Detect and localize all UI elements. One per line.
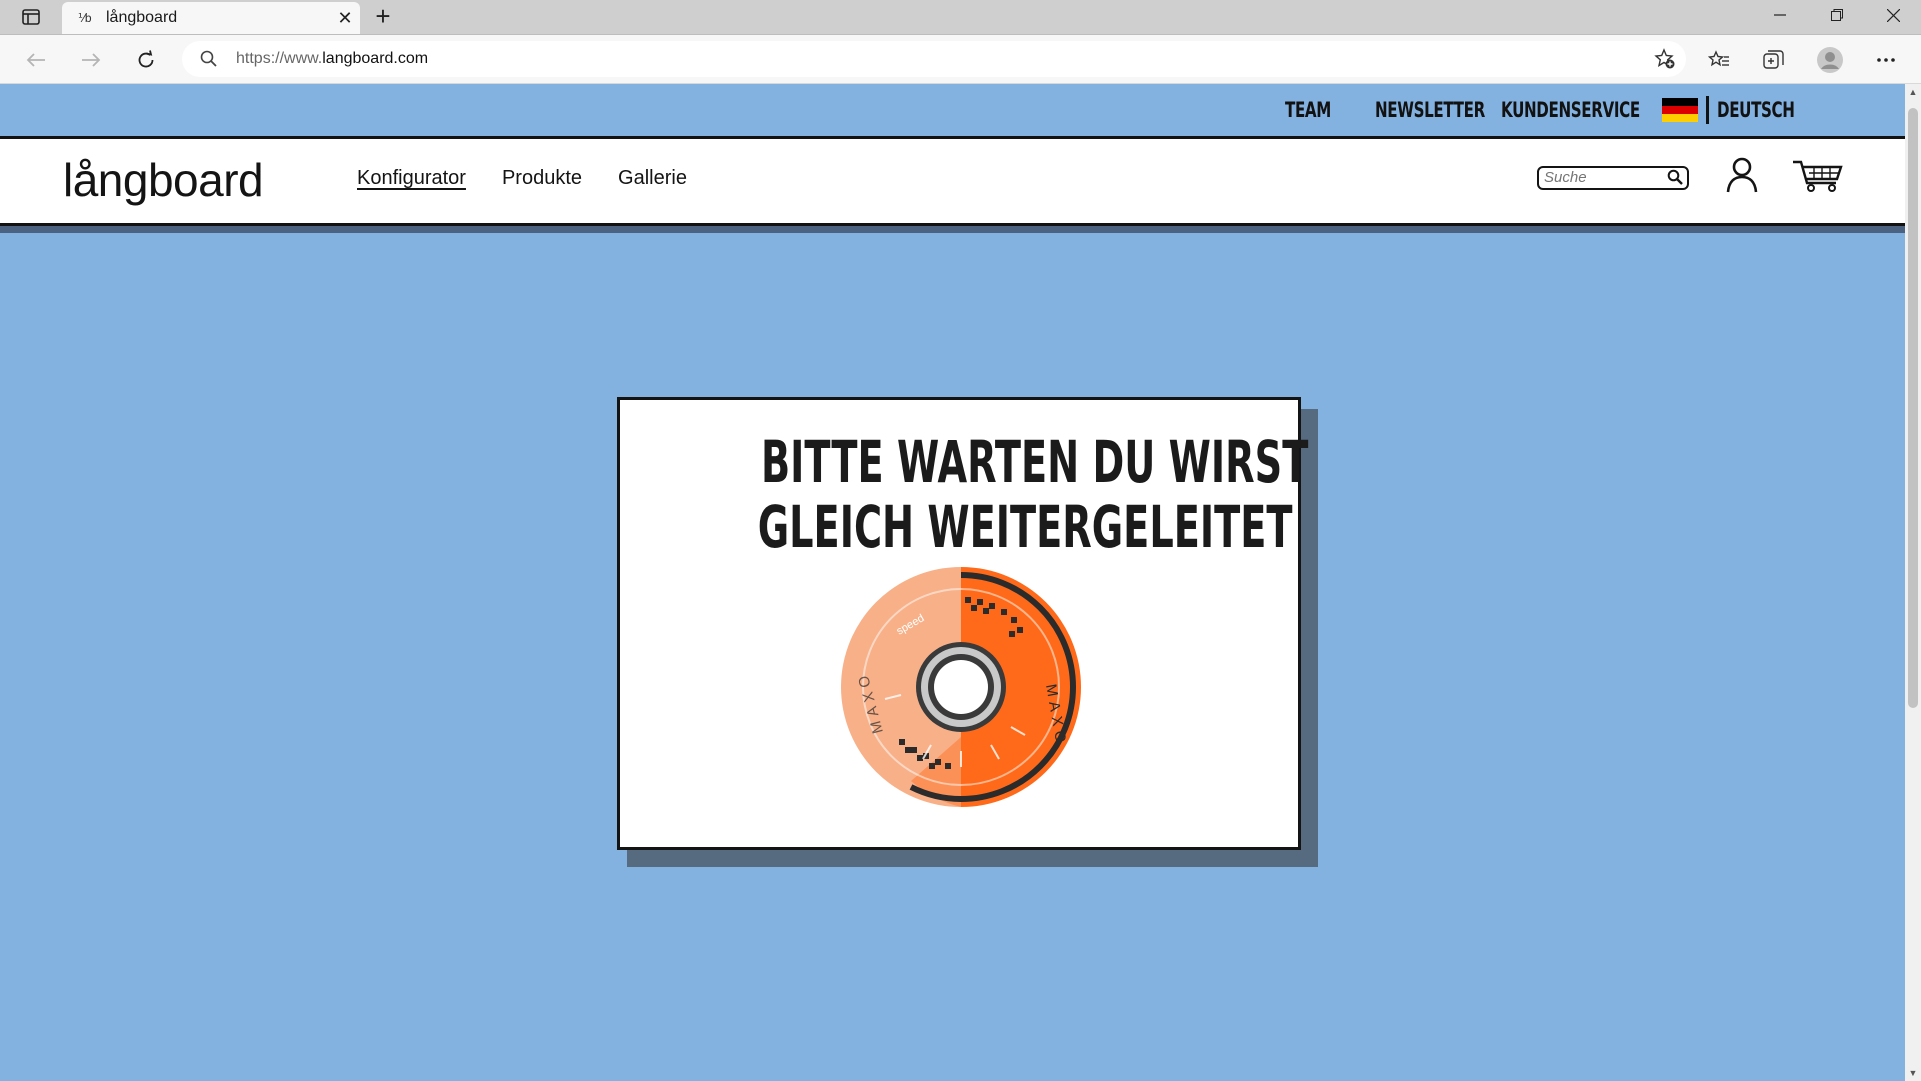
- browser-address-toolbar: https://www.langboard.com: [0, 35, 1921, 84]
- scroll-down-arrow-icon[interactable]: ▼: [1905, 1065, 1921, 1081]
- cart-icon: [1793, 160, 1843, 192]
- nav-konfigurator[interactable]: Konfigurator: [357, 167, 466, 190]
- topnav-team-link[interactable]: TEAM: [1285, 98, 1331, 122]
- german-flag-icon: [1662, 98, 1699, 122]
- site-favicon-icon: ⅟b: [78, 11, 92, 25]
- forward-arrow-icon: [82, 53, 101, 67]
- main-nav: Konfigurator Produkte Gallerie: [357, 167, 687, 190]
- message-line-2: GLEICH WEITERGELEITET: [757, 493, 1293, 561]
- account-button[interactable]: [1726, 157, 1758, 198]
- scrollbar-thumb[interactable]: [1908, 108, 1918, 708]
- tab-actions-icon: [22, 9, 40, 25]
- new-tab-button[interactable]: +: [368, 2, 398, 32]
- site-header: långboard Konfigurator Produkte Gallerie: [0, 136, 1905, 226]
- forward-button[interactable]: [74, 43, 108, 77]
- page-viewport: TEAM NEWSLETTER KUNDENSERVICE DEUTSCH lå…: [0, 84, 1905, 1081]
- collections-icon: [1763, 50, 1784, 69]
- message-line-1: BITTE WARTEN DU WIRST: [760, 428, 1309, 496]
- search-button[interactable]: [1667, 169, 1683, 190]
- user-icon: [1726, 157, 1758, 193]
- favorites-icon: [1708, 50, 1729, 67]
- browser-tab-bar: ⅟b långboard ✕ +: [0, 0, 1921, 35]
- window-close-icon[interactable]: [1865, 0, 1921, 30]
- collections-button[interactable]: [1754, 43, 1794, 77]
- favorites-button[interactable]: [1699, 43, 1739, 77]
- topnav-newsletter-link[interactable]: NEWSLETTER: [1375, 98, 1485, 122]
- site-search: [1537, 166, 1689, 190]
- search-input[interactable]: [1539, 168, 1662, 186]
- url-bar[interactable]: https://www.langboard.com: [182, 41, 1686, 77]
- reload-button[interactable]: [129, 43, 163, 77]
- favorite-add-icon[interactable]: [1654, 48, 1676, 70]
- back-button[interactable]: [19, 43, 53, 77]
- search-icon: [1667, 169, 1683, 185]
- top-utility-nav: TEAM NEWSLETTER KUNDENSERVICE DEUTSCH: [1285, 95, 1825, 125]
- page-scrollbar[interactable]: ▲ ▼: [1905, 84, 1921, 1081]
- more-options-button[interactable]: [1866, 43, 1906, 77]
- nav-gallerie[interactable]: Gallerie: [618, 167, 687, 190]
- language-label[interactable]: DEUTSCH: [1717, 98, 1795, 122]
- language-selector[interactable]: DEUTSCH: [1662, 96, 1825, 124]
- redirect-message: BITTE WARTEN DU WIRST GLEICH WEITERGELEI…: [620, 430, 1309, 561]
- language-divider: [1706, 96, 1710, 124]
- reload-icon: [138, 50, 154, 68]
- topnav-kundenservice-link[interactable]: KUNDENSERVICE: [1501, 98, 1640, 122]
- site-logo[interactable]: långboard: [63, 153, 264, 207]
- profile-icon: [1817, 47, 1843, 73]
- scroll-up-arrow-icon[interactable]: ▲: [1905, 84, 1921, 100]
- redirect-message-card: BITTE WARTEN DU WIRST GLEICH WEITERGELEI…: [617, 397, 1309, 850]
- tab-close-icon[interactable]: ✕: [330, 8, 360, 29]
- browser-tab-active[interactable]: ⅟b långboard ✕: [62, 2, 360, 34]
- url-text: https://www.langboard.com: [236, 50, 429, 67]
- loading-wheel-image: speed MAXO MAXO: [841, 567, 1081, 807]
- nav-produkte[interactable]: Produkte: [502, 167, 582, 190]
- restore-icon[interactable]: [1809, 0, 1865, 30]
- tab-title: långboard: [106, 9, 178, 26]
- more-icon: [1877, 58, 1895, 62]
- cart-button[interactable]: [1792, 159, 1844, 198]
- back-arrow-icon: [26, 53, 45, 67]
- tab-actions-button[interactable]: [8, 4, 54, 30]
- search-icon: [200, 50, 217, 67]
- profile-button[interactable]: [1810, 43, 1850, 77]
- minimize-icon[interactable]: [1752, 0, 1808, 30]
